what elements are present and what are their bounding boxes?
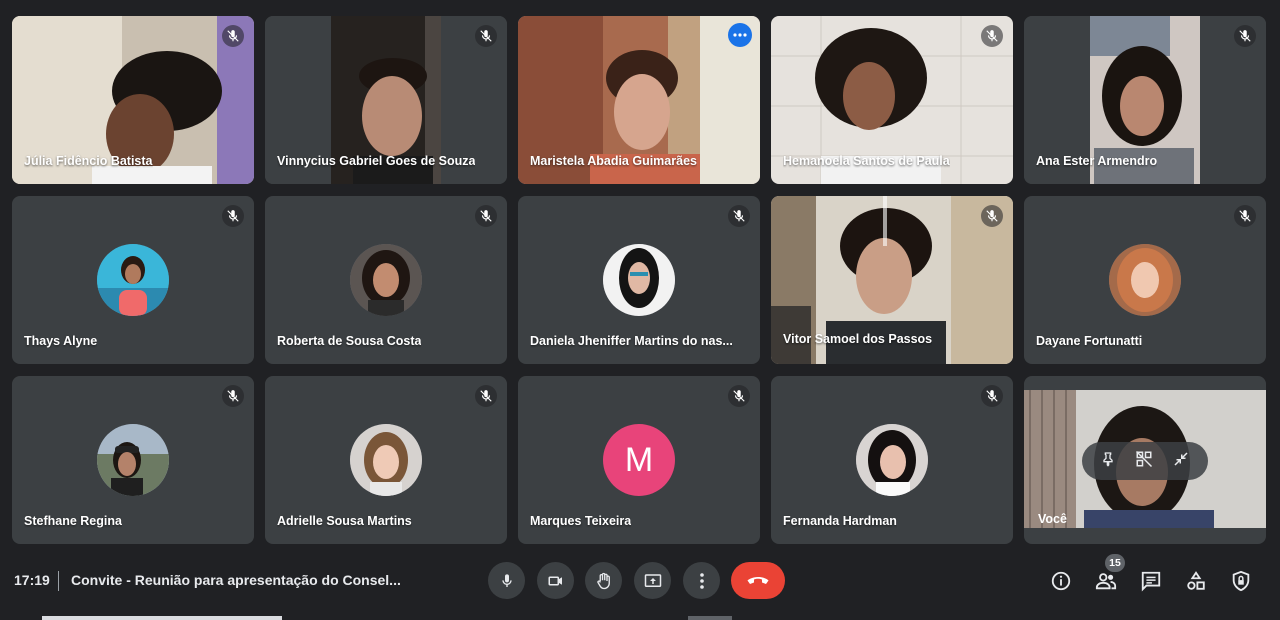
raise-hand-button[interactable] (585, 562, 622, 599)
participant-tile[interactable]: Vitor Samoel dos Passos (771, 196, 1013, 364)
participant-name: Marques Teixeira (530, 514, 632, 528)
chat-button[interactable] (1136, 566, 1166, 596)
camera-icon (548, 576, 562, 585)
self-view-controls (1082, 442, 1208, 480)
participant-name: Stefhane Regina (24, 514, 122, 528)
participant-tile[interactable]: Stefhane Regina (12, 376, 254, 544)
participant-tile[interactable]: Hemanoela Santos de Paula (771, 16, 1013, 184)
more-vert-icon (699, 572, 704, 589)
more-options-icon[interactable] (728, 23, 752, 47)
participant-tile[interactable]: Vinnycius Gabriel Goes de Souza (265, 16, 507, 184)
participant-tile[interactable]: Fernanda Hardman (771, 376, 1013, 544)
self-name: Você (1038, 512, 1067, 526)
participant-name: Daniela Jheniffer Martins do nas... (530, 334, 733, 348)
mic-off-icon (981, 385, 1003, 407)
participant-tile[interactable]: Adrielle Sousa Martins (265, 376, 507, 544)
clock: 17:19 (14, 572, 50, 588)
mic-off-icon (475, 25, 497, 47)
self-view-tile[interactable]: Você (1024, 376, 1266, 544)
participant-name: Thays Alyne (24, 334, 98, 348)
participant-name: Maristela Abadia Guimarães (530, 154, 697, 168)
hang-up-icon (747, 576, 769, 584)
mic-off-icon (222, 25, 244, 47)
mic-off-icon (1234, 205, 1256, 227)
participant-name: Roberta de Sousa Costa (277, 334, 422, 348)
participant-name: Vitor Samoel dos Passos (783, 332, 933, 346)
activities-icon (1187, 571, 1205, 590)
participant-name: Fernanda Hardman (783, 514, 897, 528)
pin-icon[interactable] (1100, 451, 1116, 472)
people-icon (1095, 573, 1117, 590)
avatar (97, 424, 169, 496)
camera-button[interactable] (537, 562, 574, 599)
window-edge-strip (688, 616, 732, 620)
mic-icon (501, 573, 512, 587)
meeting-details-button[interactable] (1046, 566, 1076, 596)
participant-tile[interactable]: Roberta de Sousa Costa (265, 196, 507, 364)
participant-tile[interactable]: Júlia Fidêncio Batista (12, 16, 254, 184)
avatar (856, 424, 928, 496)
minimize-icon[interactable] (1172, 450, 1190, 473)
present-screen-icon (644, 573, 661, 587)
bottom-control-bar: 17:19 Convite - Reunião para apresentaçã… (0, 552, 1280, 612)
avatar (350, 244, 422, 316)
window-edge-strip (42, 616, 282, 620)
chat-icon (1141, 571, 1161, 592)
participant-tile[interactable]: M Marques Teixeira (518, 376, 760, 544)
participant-tile[interactable]: Ana Ester Armendro (1024, 16, 1266, 184)
host-controls-icon (1232, 570, 1250, 592)
participant-name: Júlia Fidêncio Batista (24, 154, 153, 168)
mic-off-icon (475, 205, 497, 227)
remove-from-grid-icon[interactable] (1135, 450, 1153, 473)
present-screen-button[interactable] (634, 562, 671, 599)
activities-button[interactable] (1181, 566, 1211, 596)
mic-off-icon (222, 385, 244, 407)
participant-tile-active[interactable]: Maristela Abadia Guimarães (518, 16, 760, 184)
avatar (1109, 244, 1181, 316)
raise-hand-icon (596, 572, 610, 589)
participant-name: Ana Ester Armendro (1036, 154, 1158, 168)
more-options-button[interactable] (683, 562, 720, 599)
participant-tile[interactable]: Thays Alyne (12, 196, 254, 364)
mic-off-icon (1234, 25, 1256, 47)
meeting-title: Convite - Reunião para apresentação do C… (71, 572, 401, 588)
participant-tile[interactable]: Dayane Fortunatti (1024, 196, 1266, 364)
avatar (97, 244, 169, 316)
host-controls-button[interactable] (1226, 566, 1256, 596)
leave-call-button[interactable] (731, 562, 785, 599)
participant-name: Adrielle Sousa Martins (277, 514, 412, 528)
participant-name: Dayane Fortunatti (1036, 334, 1143, 348)
avatar (350, 424, 422, 496)
participant-tile[interactable]: Daniela Jheniffer Martins do nas... (518, 196, 760, 364)
mic-off-icon (981, 25, 1003, 47)
info-icon (1051, 571, 1071, 591)
mic-off-icon (222, 205, 244, 227)
avatar-initial: M (603, 424, 675, 496)
participant-name: Vinnycius Gabriel Goes de Souza (277, 154, 476, 168)
mic-off-icon (728, 385, 750, 407)
divider (58, 571, 59, 591)
avatar (603, 244, 675, 316)
people-button[interactable] (1091, 566, 1121, 596)
mic-off-icon (728, 205, 750, 227)
participant-name: Hemanoela Santos de Paula (783, 154, 950, 168)
mic-off-icon (981, 205, 1003, 227)
microphone-button[interactable] (488, 562, 525, 599)
mic-off-icon (475, 385, 497, 407)
